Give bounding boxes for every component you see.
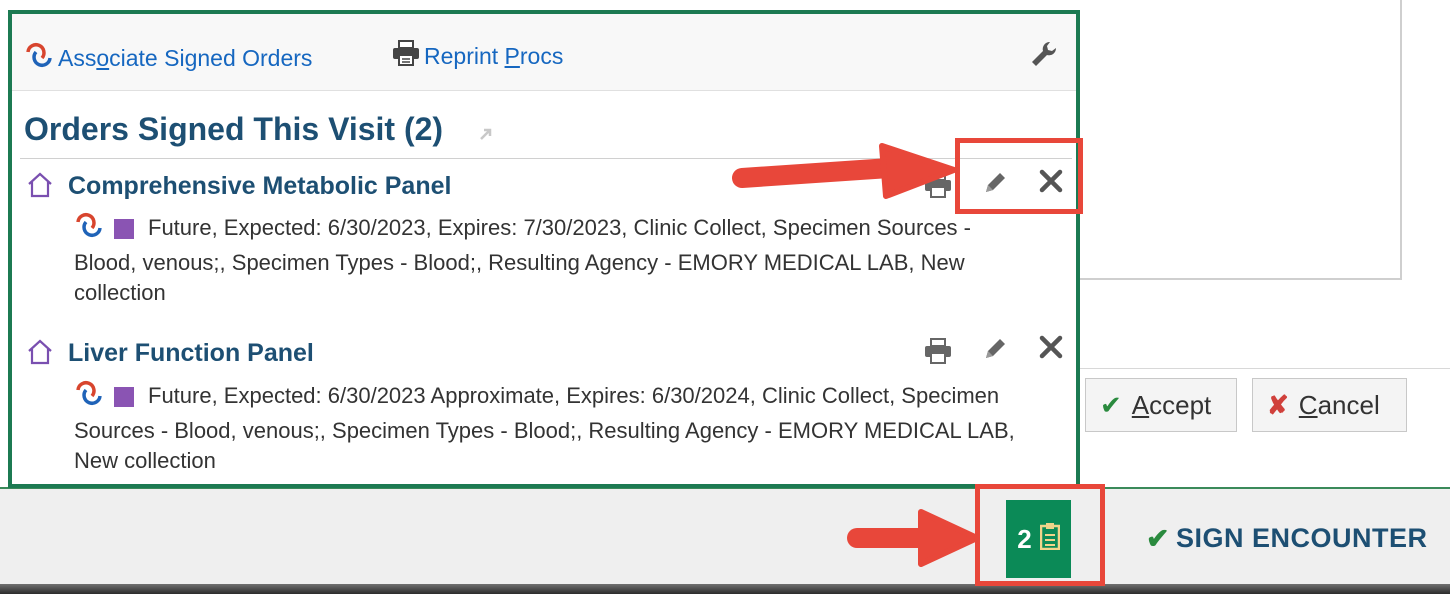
- house-icon: [26, 172, 54, 203]
- order-detail: Future, Expected: 6/30/2023 Approximate,…: [74, 378, 1034, 476]
- popout-icon[interactable]: [478, 126, 494, 147]
- wrench-icon[interactable]: [1030, 40, 1058, 73]
- section-title: Orders Signed This Visit (2): [24, 111, 444, 147]
- popup-toolbar: Associate Signed Orders Reprint Procs: [12, 14, 1076, 91]
- notes-pane: [1080, 0, 1402, 280]
- divider: [1080, 368, 1450, 369]
- highlight-box-orders-counter: [975, 484, 1105, 586]
- house-icon: [26, 339, 54, 370]
- order-name-liver-function-panel[interactable]: Liver Function Panel: [68, 339, 314, 368]
- close-icon[interactable]: [1038, 334, 1064, 365]
- annotation-arrow-icon: [847, 509, 980, 567]
- signed-orders-popup: Associate Signed Orders Reprint Procs Or…: [8, 10, 1080, 488]
- reprint-label: Reprint Procs: [424, 42, 564, 69]
- annotation-arrow-icon: [732, 143, 957, 199]
- sign-encounter-label: SIGN ENCOUNTER: [1175, 523, 1428, 553]
- associate-orders-icon: [74, 378, 104, 416]
- close-icon: ✘: [1267, 389, 1289, 420]
- accept-button[interactable]: ✔ Accept: [1085, 378, 1237, 432]
- status-square: [114, 219, 134, 239]
- order-name-comprehensive-metabolic-panel[interactable]: Comprehensive Metabolic Panel: [68, 172, 451, 201]
- status-square: [114, 387, 134, 407]
- reprint-procs-link[interactable]: Reprint Procs: [392, 40, 563, 72]
- associate-orders-icon: [74, 210, 104, 248]
- pencil-icon[interactable]: [982, 336, 1008, 367]
- associate-label: Associate Signed Orders: [58, 44, 313, 71]
- associate-signed-orders-link[interactable]: Associate Signed Orders: [24, 40, 312, 76]
- order-detail: Future, Expected: 6/30/2023, Expires: 7/…: [74, 210, 1034, 308]
- checkmark-icon: ✔: [1100, 389, 1122, 420]
- order-detail-text: Future, Expected: 6/30/2023, Expires: 7/…: [74, 214, 971, 305]
- accept-label: Accept: [1131, 389, 1212, 420]
- bottom-strip: [0, 584, 1450, 594]
- printer-icon: [392, 40, 420, 72]
- highlight-box-edit-delete: [955, 138, 1083, 214]
- cancel-button[interactable]: ✘ Cancel: [1252, 378, 1407, 432]
- sign-encounter-button[interactable]: ✔ SIGN ENCOUNTER: [1146, 522, 1428, 555]
- cancel-label: Cancel: [1298, 389, 1380, 420]
- checkmark-icon: ✔: [1146, 523, 1170, 554]
- associate-orders-icon: [24, 40, 54, 76]
- order-detail-text: Future, Expected: 6/30/2023 Approximate,…: [74, 382, 1015, 473]
- printer-icon[interactable]: [924, 338, 952, 369]
